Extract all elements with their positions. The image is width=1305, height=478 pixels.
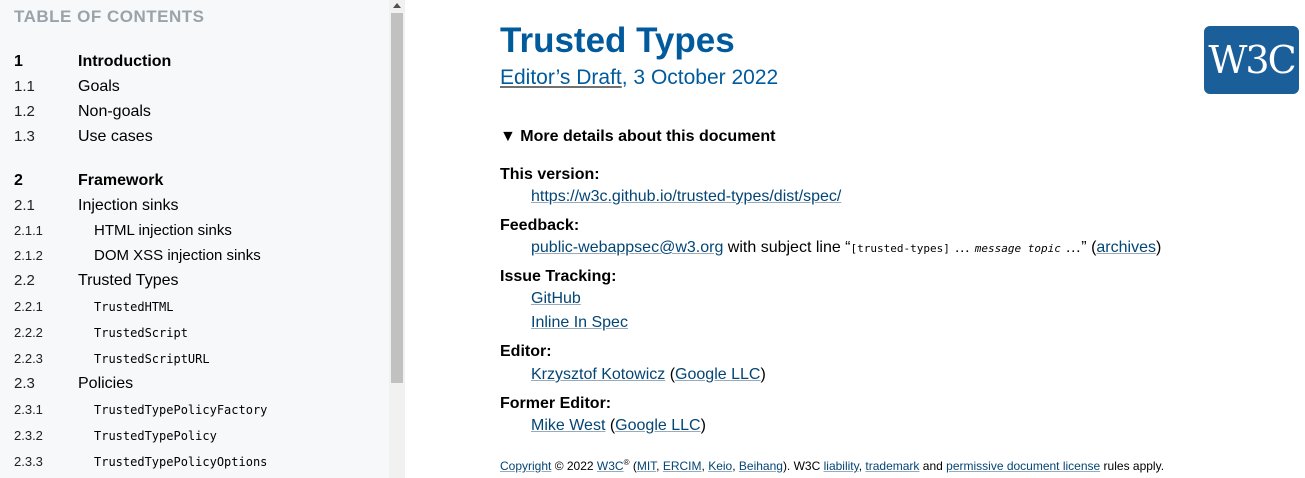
toc-label[interactable]: DOM XSS injection sinks: [94, 245, 261, 267]
toc-number: 2.3.2: [14, 428, 43, 443]
feedback-text: with subject line “: [723, 239, 851, 256]
toc-item-trustedhtml[interactable]: 2.2.1 TrustedHTML: [0, 296, 389, 318]
toc-item-introduction[interactable]: 1 Introduction: [0, 51, 389, 73]
toc-item-use-cases[interactable]: 1.3 Use cases: [0, 126, 389, 148]
toc-number: 1: [14, 53, 23, 70]
toc-label[interactable]: TrustedTypePolicyFactory: [94, 399, 267, 421]
w3c-link[interactable]: W3C: [597, 459, 624, 473]
toc-number: 2.2.3: [14, 351, 43, 366]
feedback-subject-code: [trusted-types]: [850, 242, 950, 255]
toc-label[interactable]: TrustedTypePolicyOptions: [94, 451, 267, 473]
toc-item-injection-sinks[interactable]: 2.1 Injection sinks: [0, 195, 389, 217]
toc-number: 2.3.3: [14, 454, 43, 469]
copyright-text: rules apply.: [1100, 459, 1165, 473]
mit-link[interactable]: MIT: [637, 459, 656, 473]
github-link[interactable]: GitHub: [531, 290, 581, 307]
license-link[interactable]: permissive document license: [946, 459, 1100, 473]
toc-item-framework[interactable]: 2 Framework: [0, 170, 389, 192]
document-main: Trusted Types Editor’s Draft, 3 October …: [405, 0, 1305, 478]
status-link[interactable]: Editor’s Draft: [500, 66, 622, 89]
toc-item-trustedtypepolicyfactory[interactable]: 2.3.1 TrustedTypePolicyFactory: [0, 399, 389, 421]
feedback-email-link[interactable]: public-webappsec@w3.org: [531, 239, 723, 256]
copyright-notice: Copyright © 2022 W3C® (MIT, ERCIM, Keio,…: [500, 458, 1165, 473]
copyright-year: © 2022: [551, 459, 597, 473]
details-toggle[interactable]: ▼ More details about this document: [500, 128, 775, 146]
toc-scrollbar[interactable]: [389, 0, 405, 478]
feedback-topic: message topic: [974, 242, 1061, 255]
toc-item-trustedtypepolicy[interactable]: 2.3.2 TrustedTypePolicy: [0, 425, 389, 447]
toc-label[interactable]: HTML injection sinks: [94, 220, 232, 242]
toc-number: 1.1: [14, 78, 35, 95]
issue-tracking-label: Issue Tracking:: [500, 268, 617, 285]
keio-link[interactable]: Keio: [708, 459, 732, 473]
toc-number: 2.1.2: [14, 248, 43, 263]
liability-link[interactable]: liability: [824, 459, 859, 473]
toc-label[interactable]: Introduction: [78, 51, 171, 73]
toc-item-policies[interactable]: 2.3 Policies: [0, 373, 389, 395]
scroll-up-arrow-icon[interactable]: [393, 3, 401, 8]
toc-number: 2.2.2: [14, 325, 43, 340]
toc-label[interactable]: TrustedHTML: [94, 296, 173, 318]
toc-number: 2.2: [14, 272, 35, 289]
toc-label[interactable]: TrustedTypePolicy: [94, 425, 217, 447]
feedback-label: Feedback:: [500, 217, 580, 234]
toc-number: 2.3.1: [14, 402, 43, 417]
document-status: Editor’s Draft, 3 October 2022: [500, 66, 778, 90]
toc-number: 1.2: [14, 103, 35, 120]
toc-label[interactable]: TrustedScriptURL: [94, 348, 210, 370]
logo-text: W3C: [1208, 38, 1296, 82]
toc-number: 2.1: [14, 197, 35, 214]
editor-label: Editor:: [500, 343, 552, 360]
copyright-text: (: [629, 459, 637, 473]
editor-org-link[interactable]: Google LLC: [675, 366, 760, 383]
trademark-link[interactable]: trademark: [865, 459, 919, 473]
toc-item-trusted-types[interactable]: 2.2 Trusted Types: [0, 270, 389, 292]
feedback-ellipsis: …: [949, 239, 975, 256]
copyright-text: and: [919, 459, 947, 473]
scrollbar-thumb[interactable]: [391, 13, 403, 383]
toc-heading: TABLE OF CONTENTS: [14, 7, 205, 26]
toc-item-goals[interactable]: 1.1 Goals: [0, 76, 389, 98]
former-editor-name-link[interactable]: Mike West: [531, 417, 605, 434]
copyright-link[interactable]: Copyright: [500, 459, 551, 473]
toc-label[interactable]: Non-goals: [78, 101, 151, 123]
toc-label[interactable]: Injection sinks: [78, 195, 179, 217]
publication-date: , 3 October 2022: [621, 66, 779, 89]
toc-number: 1.3: [14, 128, 35, 145]
toc-item-non-goals[interactable]: 1.2 Non-goals: [0, 101, 389, 123]
toc-item-trustedscript[interactable]: 2.2.2 TrustedScript: [0, 322, 389, 344]
toc-item-dom-xss-injection-sinks[interactable]: 2.1.2 DOM XSS injection sinks: [0, 245, 389, 267]
toc-item-trustedscripturl[interactable]: 2.2.3 TrustedScriptURL: [0, 348, 389, 370]
feedback-line: public-webappsec@w3.org with subject lin…: [531, 239, 1161, 257]
this-version-label: This version:: [500, 166, 600, 183]
feedback-text: ): [1155, 239, 1162, 256]
toc-item-html-injection-sinks[interactable]: 2.1.1 HTML injection sinks: [0, 220, 389, 242]
toc-label[interactable]: Framework: [78, 170, 163, 192]
toc-label[interactable]: Policies: [78, 373, 133, 395]
editor-name-link[interactable]: Krzysztof Kotowicz: [531, 366, 665, 383]
toc-number: 2.1.1: [14, 223, 43, 238]
former-editor-label: Former Editor:: [500, 395, 612, 412]
toc-label[interactable]: Use cases: [78, 126, 153, 148]
toc-number: 2.3: [14, 375, 35, 392]
toc-label[interactable]: Goals: [78, 76, 120, 98]
inline-in-spec-link[interactable]: Inline In Spec: [531, 314, 628, 331]
toc-number: 2: [14, 172, 23, 189]
toc-label[interactable]: Trusted Types: [78, 270, 179, 292]
beihang-link[interactable]: Beihang: [739, 459, 783, 473]
ercim-link[interactable]: ERCIM: [663, 459, 702, 473]
feedback-text: ” (: [1081, 239, 1097, 256]
toc-number: 2.2.1: [14, 299, 43, 314]
table-of-contents: TABLE OF CONTENTS 1 Introduction 1.1 Goa…: [0, 0, 389, 478]
page-title: Trusted Types: [500, 21, 735, 60]
archives-link[interactable]: archives: [1096, 239, 1156, 256]
toc-label[interactable]: TrustedScript: [94, 322, 188, 344]
toc-item-trustedtypepolicyoptions[interactable]: 2.3.3 TrustedTypePolicyOptions: [0, 451, 389, 473]
copyright-text: ). W3C: [782, 459, 824, 473]
feedback-ellipsis: …: [1060, 239, 1082, 256]
w3c-logo[interactable]: W3C: [1204, 26, 1299, 94]
this-version-link[interactable]: https://w3c.github.io/trusted-types/dist…: [531, 188, 841, 205]
former-editor-org-link[interactable]: Google LLC: [615, 417, 700, 434]
